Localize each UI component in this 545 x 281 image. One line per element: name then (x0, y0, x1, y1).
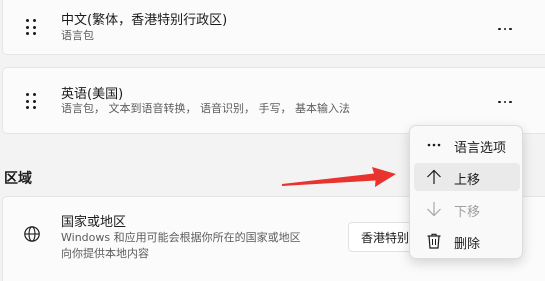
menu-item-language-options[interactable]: 语言选项 (414, 131, 520, 159)
setting-title: 国家或地区 (61, 215, 127, 230)
drag-handle-icon[interactable] (26, 93, 36, 109)
menu-item-label: 下移 (454, 205, 481, 220)
annotation-arrow-icon (282, 167, 396, 187)
menu-item-label: 删除 (454, 237, 481, 252)
globe-icon (23, 225, 41, 247)
menu-item-move-down: 下移 (414, 195, 520, 223)
arrow-down-icon (426, 200, 442, 218)
more-options-icon[interactable] (493, 22, 517, 36)
language-name: 英语(美国) (61, 87, 124, 102)
menu-item-move-up[interactable]: 上移 (414, 163, 520, 191)
setting-description-line2: 向你提供本地内容 (61, 247, 149, 260)
menu-item-label: 语言选项 (454, 141, 507, 156)
language-features: 语言包 (61, 29, 94, 42)
menu-item-delete[interactable]: 删除 (414, 227, 520, 255)
menu-item-label: 上移 (454, 173, 481, 188)
arrow-up-icon (426, 168, 442, 186)
trash-icon (426, 232, 442, 250)
section-heading-region: 区域 (4, 171, 32, 187)
drag-handle-icon[interactable] (26, 19, 36, 35)
language-name: 中文(繁体，香港特别行政区) (61, 13, 228, 28)
language-item-en-us[interactable]: 英语(美国) 语言包， 文本到语音转换， 语音识别， 手写， 基本输入法 (2, 67, 545, 134)
more-options-icon[interactable] (493, 95, 517, 109)
context-menu: 语言选项 上移 下移 删除 (409, 125, 523, 259)
language-region-settings: 中文(繁体，香港特别行政区) 语言包 英语(美国) 语言包， 文本到语音转换， … (0, 0, 545, 281)
language-features: 语言包， 文本到语音转换， 语音识别， 手写， 基本输入法 (61, 102, 350, 115)
more-horizontal-icon (426, 136, 442, 154)
setting-description-line1: Windows 和应用可能会根据你所在的国家或地区 (61, 231, 301, 244)
language-item-zh-hk[interactable]: 中文(繁体，香港特别行政区) 语言包 (2, 0, 545, 55)
